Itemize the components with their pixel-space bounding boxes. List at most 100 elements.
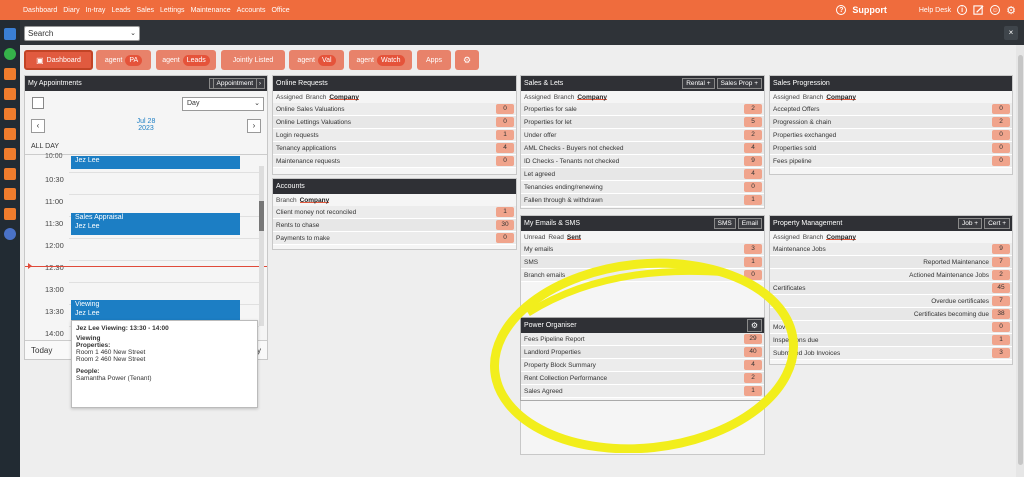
menu-item[interactable]: Maintenance — [188, 7, 234, 14]
tab-dashboard[interactable]: ▣ Dashboard — [24, 50, 93, 70]
appointment-event[interactable]: Viewing Jez Lee — [71, 300, 240, 322]
sales-prop-add-button[interactable]: Sales Prop + — [716, 78, 762, 89]
list-item[interactable]: Properties exchanged 0 — [770, 129, 1012, 142]
search-input[interactable]: Search ⌄ — [24, 26, 140, 41]
list-item[interactable]: Accepted Offers 0 — [770, 103, 1012, 116]
filter-branch[interactable]: Branch — [306, 94, 327, 101]
tab-settings[interactable]: ⚙ — [455, 50, 479, 70]
view-select[interactable]: Day ⌄ — [182, 97, 264, 111]
list-item[interactable]: Properties for sale 2 — [521, 103, 764, 116]
menu-item[interactable]: In-tray — [83, 7, 109, 14]
list-item[interactable]: Payments to make 0 — [273, 232, 516, 245]
filter-branch[interactable]: Branch — [803, 94, 824, 101]
job-add-button[interactable]: Job + — [958, 218, 983, 229]
list-item[interactable]: Tenancy applications 4 — [273, 142, 516, 155]
scrollbar-thumb[interactable] — [1018, 55, 1023, 465]
list-item[interactable]: Login requests 1 — [273, 129, 516, 142]
filter-assigned[interactable]: Assigned — [773, 94, 800, 101]
list-item[interactable]: Certificates 45 — [770, 282, 1012, 295]
tab-agent-val[interactable]: agent Val — [289, 50, 344, 70]
cert-add-button[interactable]: Cert + — [984, 218, 1010, 229]
tab-agent-watch[interactable]: agent Watch — [349, 50, 412, 70]
list-item[interactable]: Maintenance Jobs 9 — [770, 243, 1012, 256]
list-item[interactable]: Maintenance requests 0 — [273, 155, 516, 168]
menu-item[interactable]: Diary — [60, 7, 82, 14]
filter-company[interactable]: Company — [577, 94, 607, 101]
list-item[interactable]: ID Checks - Tenants not checked 9 — [521, 155, 764, 168]
list-item[interactable]: Submitted Job Invoices 3 — [770, 347, 1012, 360]
list-item[interactable]: Client money not reconciled 1 — [273, 206, 516, 219]
filter-assigned[interactable]: Assigned — [773, 234, 800, 241]
list-item[interactable]: AML Checks - Buyers not checked 4 — [521, 142, 764, 155]
tab-agent-pa[interactable]: agent PA — [96, 50, 151, 70]
list-item[interactable]: Fallen through & withdrawn 1 — [521, 194, 764, 207]
list-item[interactable]: Progression & chain 2 — [770, 116, 1012, 129]
document-icon[interactable] — [4, 68, 16, 80]
help-icon[interactable]: ? — [836, 5, 847, 15]
list-item[interactable]: Online Lettings Valuations 0 — [273, 116, 516, 129]
filter-branch[interactable]: Branch — [803, 234, 824, 241]
filter-company[interactable]: Company — [329, 94, 359, 101]
rental-add-button[interactable]: Rental + — [682, 78, 715, 89]
list-item[interactable]: Overdue certificates 7 — [770, 295, 1012, 308]
list-item[interactable]: Reported Maintenance 7 — [770, 256, 1012, 269]
list-item[interactable]: Inspections due 1 — [770, 334, 1012, 347]
filter-read[interactable]: Read — [548, 234, 564, 241]
list-item[interactable]: Let agreed 4 — [521, 168, 764, 181]
tab-jointly-listed[interactable]: Jointly Listed — [221, 50, 285, 70]
next-day-button[interactable]: › — [247, 119, 261, 133]
menu-item[interactable]: Leads — [108, 7, 133, 14]
support-link[interactable]: Support — [852, 5, 887, 15]
house-lettings-icon[interactable] — [4, 108, 16, 120]
list-item[interactable]: Tenancies ending/renewing 0 — [521, 181, 764, 194]
email-button[interactable]: Email — [737, 218, 762, 229]
appointment-event[interactable]: Sales Appraisal Jez Lee — [71, 213, 240, 235]
filter-assigned[interactable]: Assigned — [276, 94, 303, 101]
appointment-event[interactable]: Jez Lee — [71, 156, 240, 169]
folder-icon[interactable] — [4, 168, 16, 180]
list-item[interactable]: Online Sales Valuations 0 — [273, 103, 516, 116]
filter-company[interactable]: Company — [826, 94, 856, 101]
list-item[interactable]: Moves 0 — [770, 321, 1012, 334]
edit-icon[interactable] — [973, 4, 984, 16]
calendar-picker-icon[interactable] — [32, 97, 44, 109]
help-desk-link[interactable]: Help Desk — [919, 7, 951, 14]
house-sales-icon[interactable] — [4, 88, 16, 100]
list-item[interactable]: Under offer 2 — [521, 129, 764, 142]
user-icon[interactable]: ☺ — [990, 5, 1001, 15]
calendar-scrollbar[interactable] — [259, 166, 264, 326]
appointment-add-button[interactable]: Appointment › — [208, 78, 265, 89]
current-date[interactable]: Jul 28 2023 — [125, 118, 167, 132]
filter-company[interactable]: Company — [299, 197, 330, 204]
filter-unread[interactable]: Unread — [524, 234, 545, 241]
calendar-icon[interactable] — [4, 28, 16, 40]
list-item[interactable]: Certificates becoming due 38 — [770, 308, 1012, 321]
today-button[interactable]: Today — [31, 346, 52, 355]
info-icon[interactable]: i — [957, 5, 968, 15]
list-item[interactable]: Properties sold 0 — [770, 142, 1012, 155]
filter-company[interactable]: Company — [826, 234, 856, 241]
tab-apps[interactable]: Apps — [417, 50, 451, 70]
menu-item[interactable]: Sales — [134, 7, 158, 14]
people-icon[interactable] — [4, 228, 16, 240]
briefcase-icon[interactable] — [4, 208, 16, 220]
list-item[interactable]: Rents to chase 30 — [273, 219, 516, 232]
menu-item[interactable]: Lettings — [157, 7, 188, 14]
maintenance-icon[interactable] — [4, 148, 16, 160]
menu-item[interactable]: Accounts — [234, 7, 269, 14]
close-icon[interactable]: × — [1004, 26, 1018, 40]
leads-icon[interactable] — [4, 48, 16, 60]
tab-agent-leads[interactable]: agent Leads — [156, 50, 216, 70]
list-item[interactable]: Properties for let 5 — [521, 116, 764, 129]
transfer-icon[interactable] — [4, 188, 16, 200]
filter-branch[interactable]: Branch — [276, 197, 297, 204]
menu-item[interactable]: Dashboard — [20, 7, 60, 14]
filter-sent[interactable]: Sent — [566, 234, 581, 241]
filter-branch[interactable]: Branch — [554, 94, 575, 101]
menu-item[interactable]: Office — [268, 7, 292, 14]
building-icon[interactable] — [4, 128, 16, 140]
gear-icon[interactable]: ⚙ — [1006, 4, 1016, 17]
list-item[interactable]: Actioned Maintenance Jobs 2 — [770, 269, 1012, 282]
filter-assigned[interactable]: Assigned — [524, 94, 551, 101]
list-item[interactable]: Fees pipeline 0 — [770, 155, 1012, 168]
